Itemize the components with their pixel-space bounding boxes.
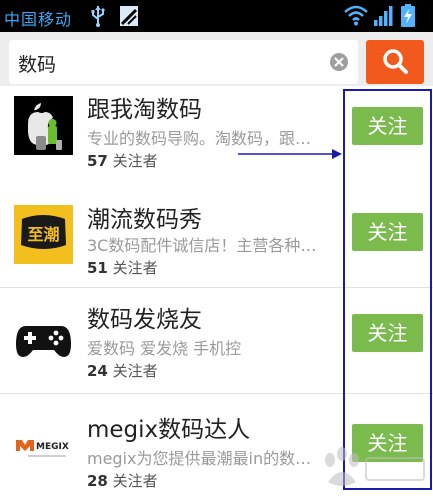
- megix-logo-avatar: MEGIX: [14, 418, 73, 477]
- annotation-arrow-icon: [238, 149, 342, 159]
- follower-count: 28 关注者: [87, 470, 158, 491]
- account-name: 跟我淘数码: [87, 97, 202, 123]
- status-bar: 中国移动: [0, 0, 433, 32]
- follower-label: 关注者: [112, 259, 158, 277]
- battery-charging-icon: [401, 4, 415, 27]
- follower-count: 51 关注者: [87, 257, 158, 278]
- clear-icon[interactable]: [329, 52, 349, 72]
- account-name: 数码发烧友: [87, 307, 202, 333]
- search-query[interactable]: 数码: [18, 50, 56, 77]
- signal-icon: [374, 6, 393, 26]
- follower-label: 关注者: [112, 362, 158, 380]
- search-icon: [383, 49, 408, 74]
- follower-number: 28: [87, 472, 108, 490]
- gamepad-avatar: [14, 310, 73, 369]
- follower-number: 57: [87, 152, 108, 170]
- annotation-highlight-box: [343, 89, 432, 490]
- search-bar: 数码: [0, 32, 433, 92]
- follower-label: 关注者: [112, 472, 158, 490]
- account-description: 爱数码 爱发烧 手机控: [87, 339, 242, 358]
- carrier-label: 中国移动: [4, 10, 73, 29]
- account-name: megix数码达人: [87, 417, 251, 443]
- follower-count: 57 关注者: [87, 150, 158, 171]
- follower-label: 关注者: [112, 152, 158, 170]
- zhichao-logo-avatar: 至潮: [14, 205, 73, 264]
- follower-count: 24 关注者: [87, 360, 158, 381]
- sd-card-icon: [120, 6, 138, 26]
- usb-icon: [91, 6, 105, 27]
- search-button[interactable]: [366, 40, 424, 84]
- wifi-icon: [344, 5, 368, 26]
- megix-logo-text: MEGIX: [36, 442, 69, 452]
- apple-gadgets-avatar: [14, 96, 73, 155]
- follower-number: 51: [87, 259, 108, 277]
- account-description: megix为您提供最潮最in的数…: [87, 449, 312, 468]
- account-name: 潮流数码秀: [87, 207, 202, 233]
- search-input[interactable]: 数码: [9, 40, 358, 84]
- zhichao-logo-text: 至潮: [27, 225, 59, 244]
- account-description: 3C数码配件诚信店！主营各种…: [87, 236, 317, 255]
- follower-number: 24: [87, 362, 108, 380]
- baidu-watermark-icon: [325, 447, 425, 486]
